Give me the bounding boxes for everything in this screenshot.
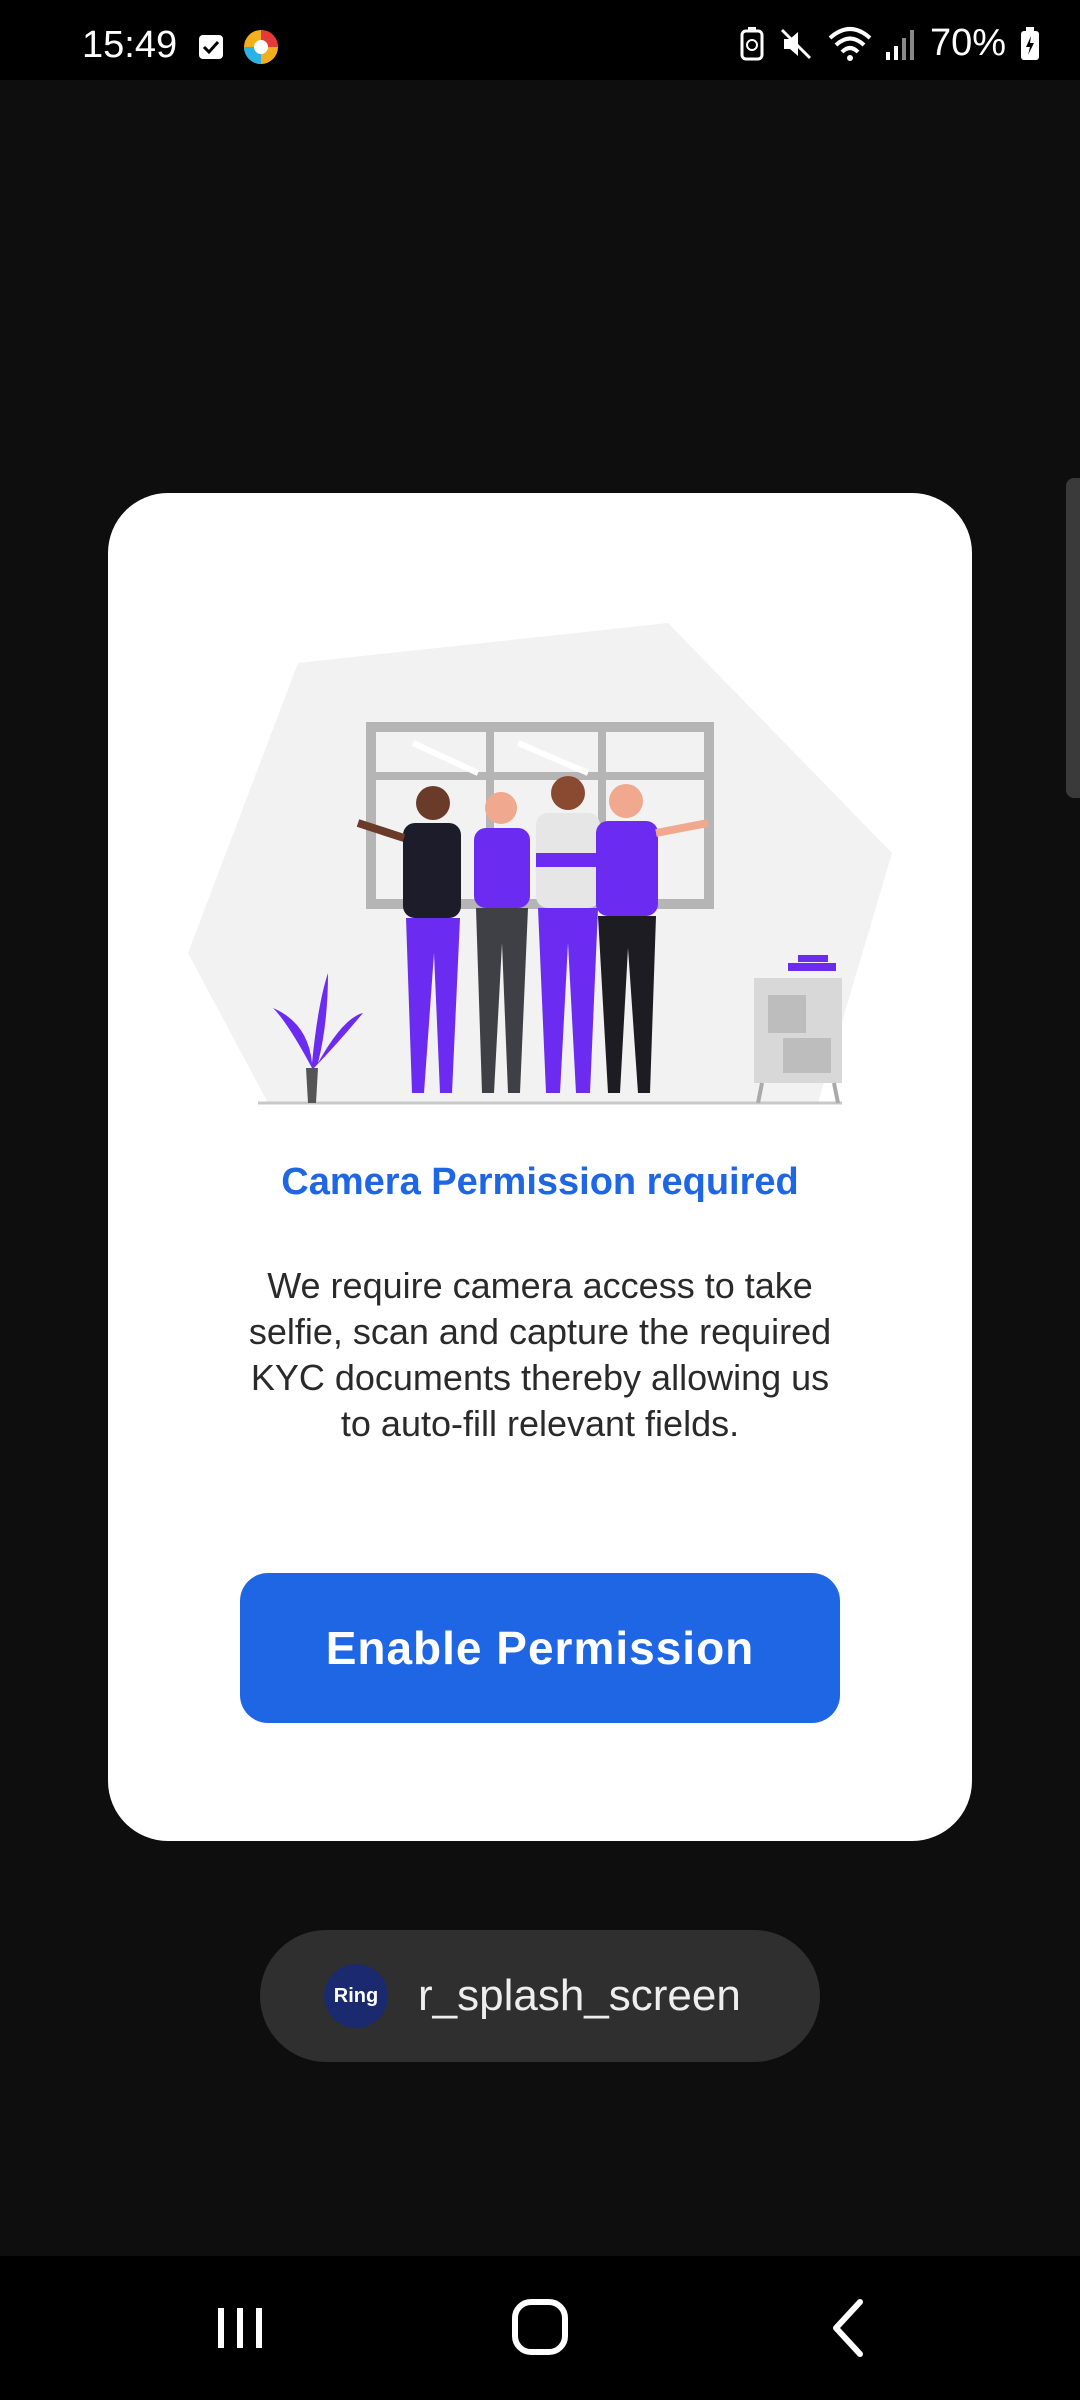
status-bar: 15:49 70% bbox=[0, 0, 1080, 80]
toast-message: Ring r_splash_screen bbox=[260, 1930, 820, 2062]
system-status-icons: 70% bbox=[740, 22, 1040, 65]
recycle-icon bbox=[740, 26, 764, 60]
team-illustration bbox=[188, 623, 892, 1105]
app-color-icon bbox=[244, 30, 278, 64]
home-icon[interactable] bbox=[490, 2292, 590, 2364]
back-icon[interactable] bbox=[800, 2292, 900, 2364]
navigation-bar bbox=[0, 2256, 1080, 2400]
recents-icon[interactable] bbox=[190, 2292, 290, 2364]
permission-dialog: Camera Permission required We require ca… bbox=[108, 493, 972, 1841]
dialog-title: Camera Permission required bbox=[281, 1161, 799, 1203]
checkbox-icon bbox=[199, 35, 223, 59]
battery-icon bbox=[1021, 26, 1039, 60]
enable-permission-button[interactable]: Enable Permission bbox=[240, 1573, 840, 1723]
wifi-icon bbox=[828, 26, 872, 61]
ring-logo-icon: Ring bbox=[324, 1964, 388, 2028]
dialog-description: We require camera access to take selfie,… bbox=[248, 1265, 832, 1444]
battery-percent: 70% bbox=[929, 22, 1006, 64]
edge-panel-handle[interactable] bbox=[1066, 478, 1080, 798]
status-time: 15:49 bbox=[82, 24, 178, 66]
toast-text: r_splash_screen bbox=[418, 1971, 741, 2020]
signal-icon bbox=[885, 29, 914, 60]
mute-icon bbox=[780, 28, 811, 59]
notification-icons bbox=[198, 28, 280, 66]
